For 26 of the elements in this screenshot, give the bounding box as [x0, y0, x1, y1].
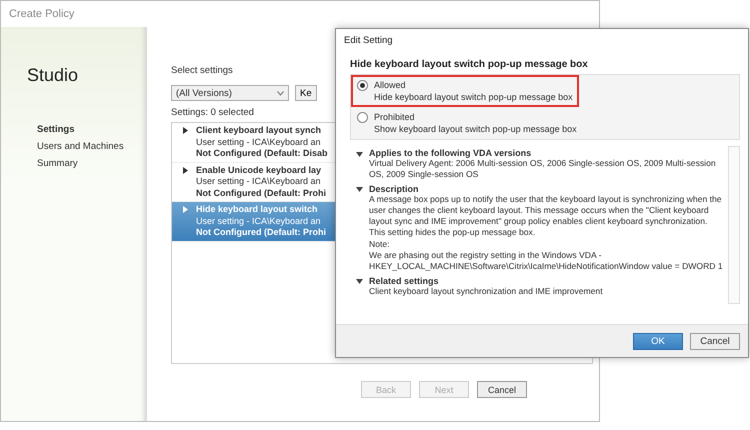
setting-state: Not Configured (Default: Prohi	[196, 227, 326, 238]
setting-state: Not Configured (Default: Disab	[196, 148, 328, 160]
section-title: Applies to the following VDA versions	[369, 148, 532, 158]
selection-count: Settings: 0 selected	[171, 107, 254, 118]
option-label: Prohibited	[374, 111, 416, 123]
setting-path: User setting - ICA\Keyboard an	[196, 216, 322, 227]
section-heading: Select settings	[171, 65, 233, 76]
section-text: Client keyboard layout synchronization and IME improvement	[369, 286, 604, 297]
option-description: Hide keyboard layout switch pop-up message box	[374, 91, 573, 103]
section-title: Description	[369, 184, 419, 194]
option-description: Show keyboard layout switch pop-up message box	[374, 123, 577, 135]
setting-heading: Hide keyboard layout switch pop-up message box	[350, 59, 588, 70]
setting-path: User setting - ICA\Keyboard an	[196, 176, 322, 188]
option-label: Allowed	[374, 79, 407, 91]
section-text: Note:	[369, 238, 391, 250]
section-title: Related settings	[369, 276, 439, 286]
dialog-title: Edit Setting	[343, 34, 394, 48]
setting-path: User setting - ICA\Keyboard an	[196, 136, 322, 148]
setting-name: Enable Unicode keyboard lay	[196, 164, 322, 176]
section-text: We are phasing out the registry setting in the Windows VDA - HKEY_LOCAL_MACHINE\Software\Citrix\IcaIme\HideNotificationWindow value = DWORD 1	[369, 250, 724, 273]
setting-state: Not Configured (Default: Prohi	[196, 188, 326, 199]
setting-name: Client keyboard layout synch	[196, 125, 322, 136]
section-text: A message box pops up to notify the user that the keyboard layout is synchronizing when the user changes the client keyboard layout. This message occurs when the "Client keyboard layout sync and IME improvement" group policy enables client keyboard synchronization. This setting hides the pop-up message box.	[369, 194, 723, 239]
setting-name: Hide keyboard layout switch	[196, 204, 319, 216]
section-text: Virtual Delivery Agent: 2006 Multi-session OS, 2006 Single-session OS, 2009 Multi-session OS, 2009 Single-session OS	[369, 158, 717, 181]
brand-title: Studio	[27, 65, 80, 86]
